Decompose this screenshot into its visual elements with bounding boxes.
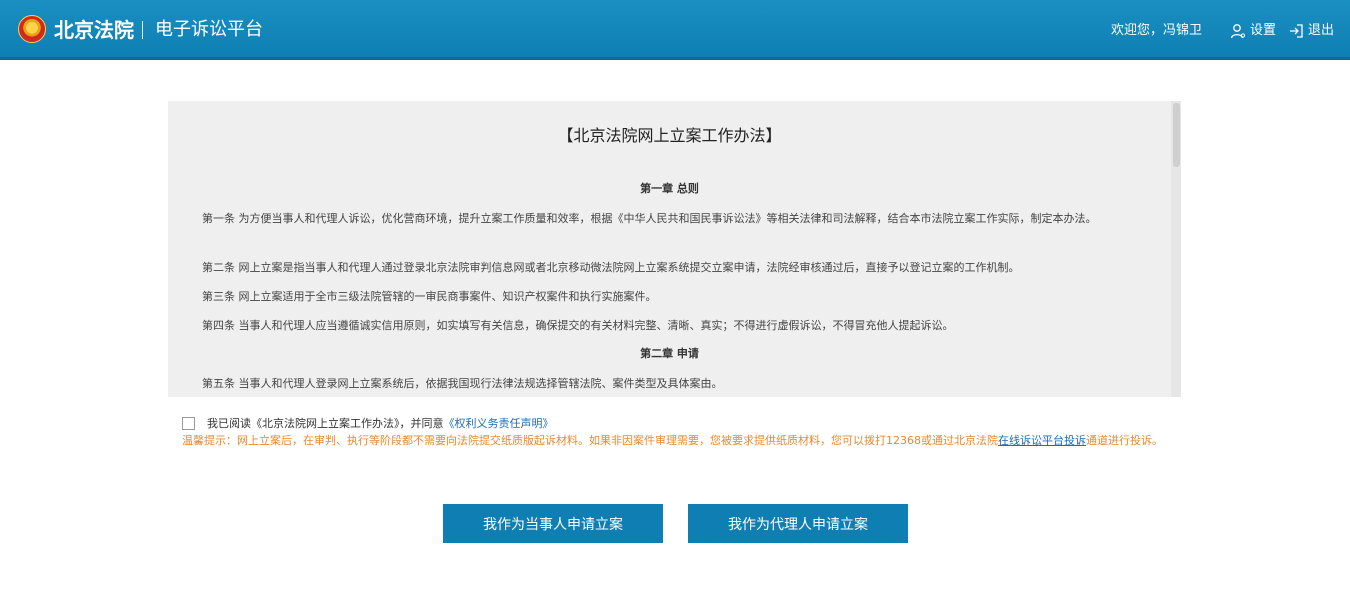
reminder-tip: 温馨提示：网上立案后，在审判、执行等阶段都不需要向法院提交纸质版起诉材料。如果非… [182, 433, 1172, 449]
document-title: 【北京法院网上立案工作办法】 [557, 126, 782, 145]
chapter-heading: 第二章 申请 [640, 347, 699, 360]
article-paragraph: 第三条 网上立案适用于全市三级法院管辖的一审民商事案件、知识产权案件和执行实施案… [202, 290, 657, 303]
brand-divider [142, 21, 143, 39]
welcome-text: 欢迎您，冯锦卫 [1110, 23, 1202, 38]
apply-as-agent-button[interactable]: 我作为代理人申请立案 [688, 504, 908, 543]
chapter-heading: 第一章 总则 [640, 182, 699, 195]
agreement-text: 我已阅读《北京法院网上立案工作办法》，并同意 [207, 417, 444, 430]
top-header: 北京法院 电子诉讼平台 欢迎您，冯锦卫 设置 退出 [0, 0, 1350, 60]
agree-checkbox[interactable] [182, 416, 195, 430]
brand-name: 北京法院 [54, 18, 134, 42]
user-settings-icon [1230, 24, 1246, 39]
logout-link[interactable]: 退出 [1288, 22, 1334, 40]
article-paragraph: 第一条 为方便当事人和代理人诉讼，优化营商环境，提升立案工作质量和效率，根据《中… [202, 212, 1097, 225]
article-paragraph: 第二条 网上立案是指当事人和代理人通过登录北京法院审判信息网或者北京移动微法院网… [202, 261, 1020, 274]
rights-statement-link[interactable]: 《权利义务责任声明》 [444, 415, 554, 431]
logout-icon [1289, 24, 1303, 38]
settings-link[interactable]: 设置 [1230, 22, 1276, 40]
agreement-row: 我已阅读《北京法院网上立案工作办法》，并同意 《权利义务责任声明》 [182, 414, 554, 432]
court-emblem-icon [18, 15, 46, 43]
scrollbar-thumb[interactable] [1173, 103, 1180, 167]
regulation-document-panel[interactable]: 【北京法院网上立案工作办法】 第一章 总则 第一条 为方便当事人和代理人诉讼，优… [168, 101, 1181, 397]
tip-text-end: 通道进行投诉。 [1086, 434, 1163, 447]
header-user-area: 欢迎您，冯锦卫 设置 退出 [1111, 22, 1334, 40]
logout-label: 退出 [1307, 23, 1334, 38]
document-scrollbar[interactable] [1171, 101, 1181, 397]
tip-text: 温馨提示：网上立案后，在审判、执行等阶段都不需要向法院提交纸质版起诉材料。如果非… [182, 434, 998, 447]
settings-label: 设置 [1249, 23, 1276, 38]
complaint-link[interactable]: 在线诉讼平台投诉 [998, 434, 1086, 447]
platform-name: 电子诉讼平台 [155, 19, 263, 40]
apply-as-party-button[interactable]: 我作为当事人申请立案 [443, 504, 663, 543]
article-paragraph: 第四条 当事人和代理人应当遵循诚实信用原则，如实填写有关信息，确保提交的有关材料… [202, 319, 954, 332]
article-paragraph: 第五条 当事人和代理人登录网上立案系统后，依据我国现行法律法规选择管辖法院、案件… [202, 377, 723, 390]
